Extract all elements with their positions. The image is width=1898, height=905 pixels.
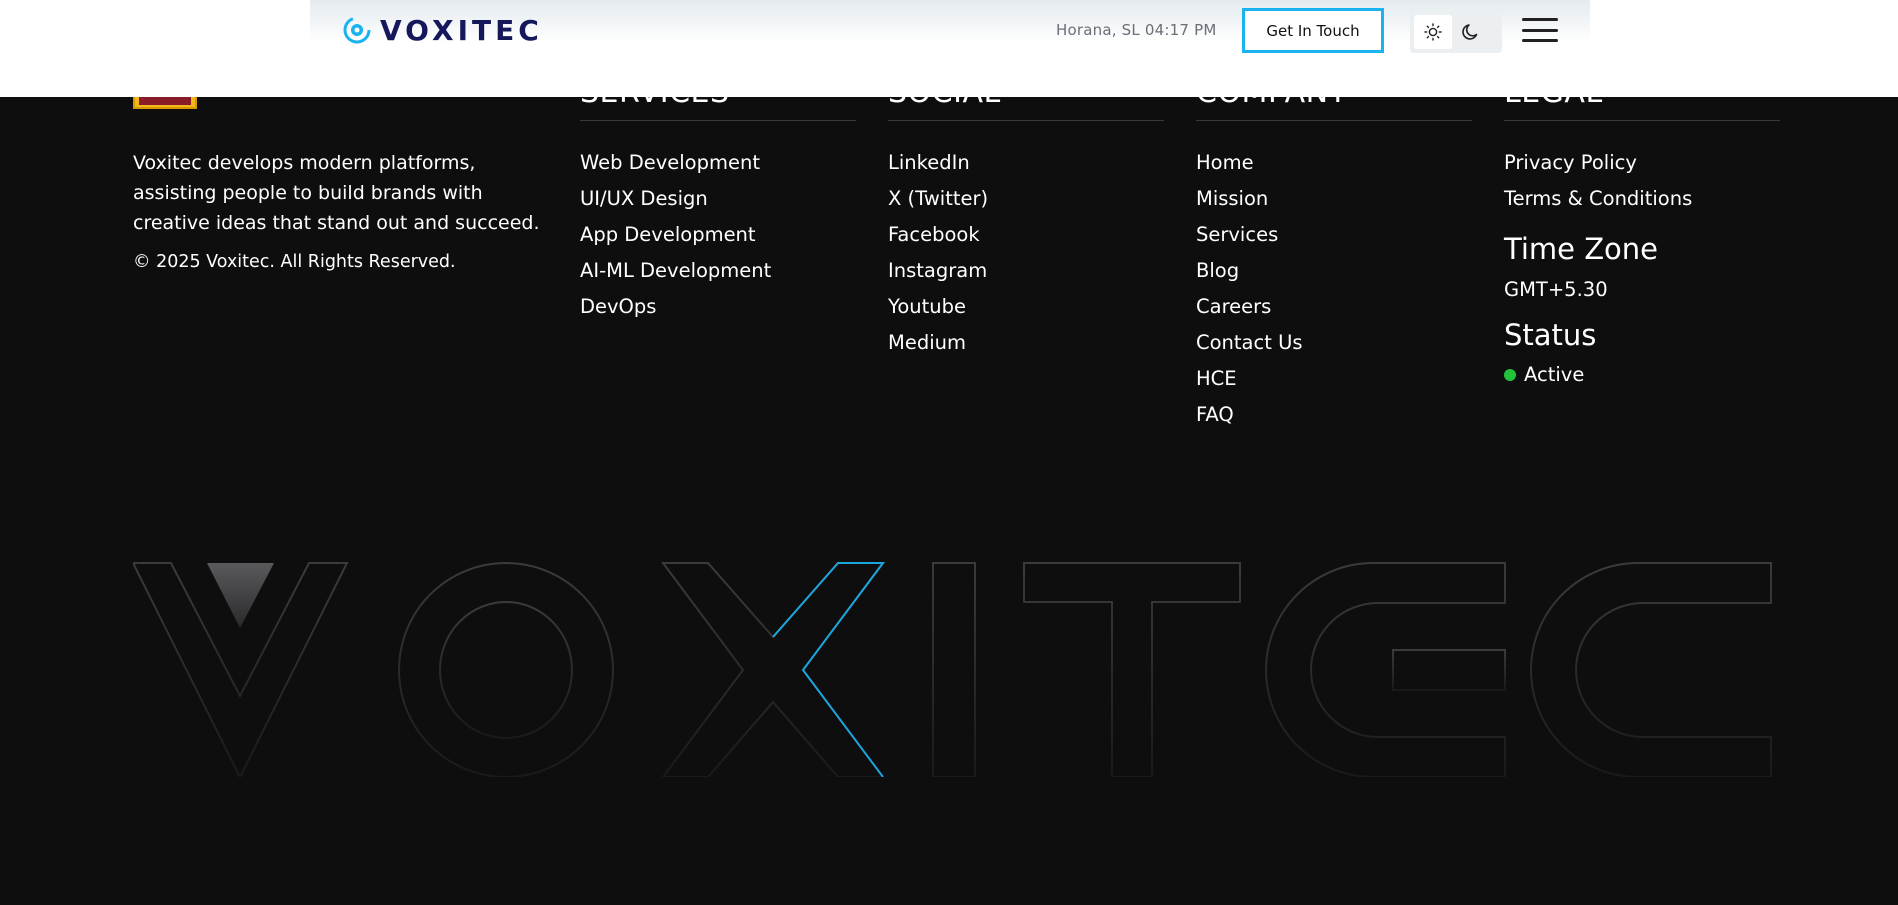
status-title: Status [1504, 318, 1597, 352]
status-indicator: Active [1504, 363, 1780, 386]
voxitec-watermark-logo [133, 562, 1772, 777]
brand-logo[interactable]: VOXITEC [342, 13, 543, 47]
footer-link-blog[interactable]: Blog [1196, 253, 1472, 289]
footer-about: Voxitec develops modern platforms, assis… [133, 148, 553, 272]
footer-link-ai-ml-development[interactable]: AI-ML Development [580, 253, 856, 289]
footer-link-privacy-policy[interactable]: Privacy Policy [1504, 145, 1780, 181]
divider [580, 120, 856, 121]
social-list: LinkedIn X (Twitter) Facebook Instagram … [888, 145, 1164, 361]
sun-icon [1424, 23, 1442, 41]
social-title: SOCIAL [888, 75, 1001, 110]
company-title: COMPANY [1196, 75, 1348, 110]
footer-link-home[interactable]: Home [1196, 145, 1472, 181]
get-in-touch-button[interactable]: Get In Touch [1242, 8, 1384, 53]
footer-link-facebook[interactable]: Facebook [888, 217, 1164, 253]
services-column: SERVICES Web Development UI/UX Design Ap… [580, 60, 856, 325]
footer-link-medium[interactable]: Medium [888, 325, 1164, 361]
footer-link-mission[interactable]: Mission [1196, 181, 1472, 217]
footer-link-linkedin[interactable]: LinkedIn [888, 145, 1164, 181]
divider [1504, 120, 1780, 121]
sri-lanka-flag-icon [133, 97, 197, 109]
location-label: Horana, SL [1056, 21, 1140, 39]
status-value: Active [1524, 363, 1585, 386]
dark-theme-button[interactable] [1452, 15, 1490, 49]
legal-column: LEGAL Privacy Policy Terms & Conditions … [1504, 60, 1780, 386]
footer-link-services[interactable]: Services [1196, 217, 1472, 253]
footer-link-devops[interactable]: DevOps [580, 289, 856, 325]
divider [1196, 120, 1472, 121]
timezone-title: Time Zone [1504, 232, 1659, 266]
brand-name: VOXITEC [380, 13, 543, 47]
moon-icon [1462, 24, 1478, 40]
services-list: Web Development UI/UX Design App Develop… [580, 145, 856, 325]
timezone-value: GMT+5.30 [1504, 278, 1608, 301]
theme-toggle [1410, 11, 1502, 53]
footer-link-careers[interactable]: Careers [1196, 289, 1472, 325]
services-title: SERVICES [580, 75, 730, 110]
legal-list: Privacy Policy Terms & Conditions [1504, 145, 1780, 217]
copyright-text: © 2025 Voxitec. All Rights Reserved. [133, 252, 456, 272]
divider [888, 120, 1164, 121]
time-label: 04:17 PM [1144, 21, 1217, 39]
location-clock: Horana, SL 04:17 PM [1056, 21, 1217, 39]
footer-link-instagram[interactable]: Instagram [888, 253, 1164, 289]
status-dot-icon [1504, 368, 1516, 381]
company-list: Home Mission Services Blog Careers Conta… [1196, 145, 1472, 433]
footer-link-faq[interactable]: FAQ [1196, 397, 1472, 433]
footer-link-ui-ux-design[interactable]: UI/UX Design [580, 181, 856, 217]
legal-title: LEGAL [1504, 75, 1603, 110]
social-column: SOCIAL LinkedIn X (Twitter) Facebook Ins… [888, 60, 1164, 361]
footer-link-web-development[interactable]: Web Development [580, 145, 856, 181]
footer-link-x-twitter[interactable]: X (Twitter) [888, 181, 1164, 217]
footer-link-hce[interactable]: HCE [1196, 361, 1472, 397]
footer-link-youtube[interactable]: Youtube [888, 289, 1164, 325]
brand-mark-icon [343, 16, 371, 44]
footer-link-contact-us[interactable]: Contact Us [1196, 325, 1472, 361]
hamburger-menu-icon[interactable] [1522, 16, 1558, 44]
light-theme-button[interactable] [1414, 15, 1452, 49]
company-column: COMPANY Home Mission Services Blog Caree… [1196, 60, 1472, 433]
footer-link-app-development[interactable]: App Development [580, 217, 856, 253]
navbar: VOXITEC Horana, SL 04:17 PM Get In Touch [310, 0, 1590, 60]
footer-link-terms-conditions[interactable]: Terms & Conditions [1504, 181, 1780, 217]
about-text: Voxitec develops modern platforms, assis… [133, 152, 540, 234]
